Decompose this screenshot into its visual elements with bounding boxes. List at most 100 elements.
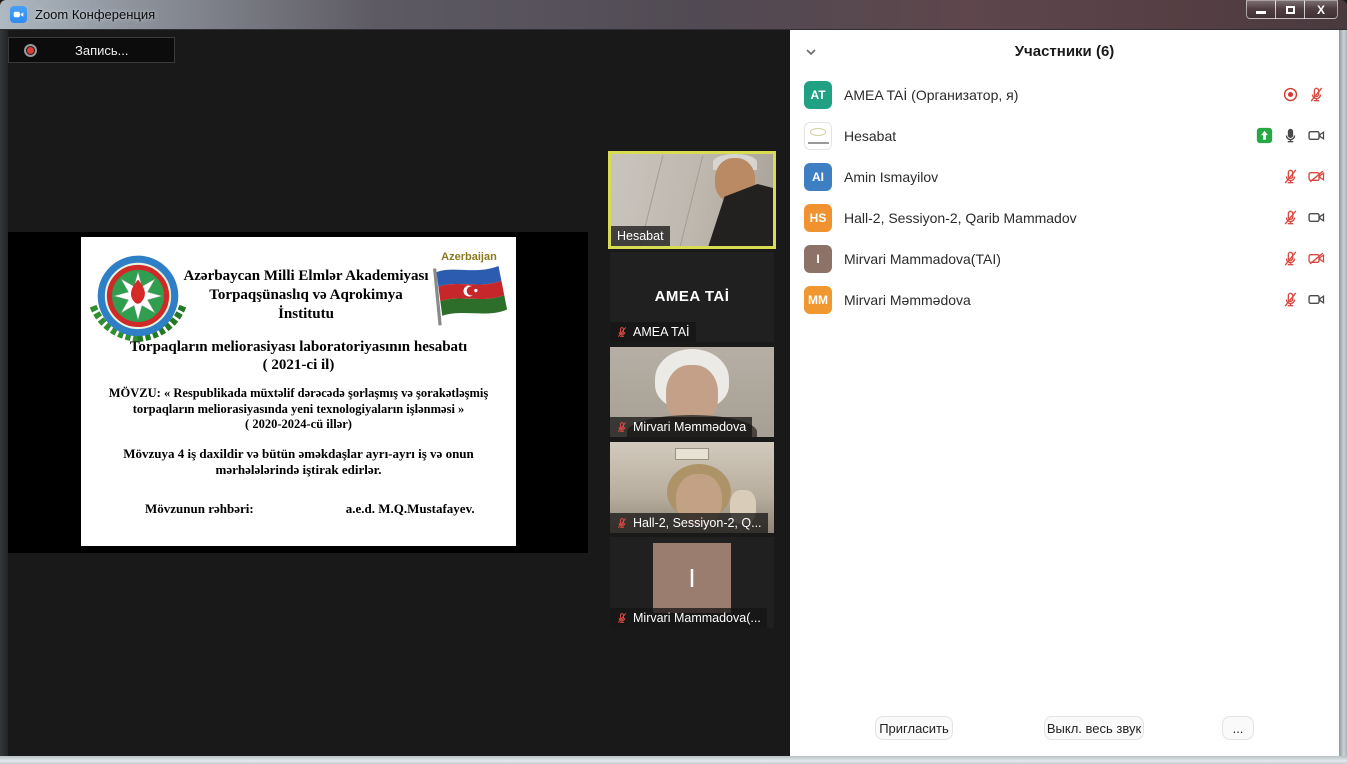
tile-name-text: Hall-2, Sessiyon-2, Q... xyxy=(633,516,762,530)
participant-row-mirvari-mammadova-tai[interactable]: I Mirvari Mammadova(TAI) xyxy=(790,238,1339,279)
camera-off-icon[interactable] xyxy=(1308,250,1325,267)
slide-title-line-1: Torpaqların meliorasiyası laboratoriyası… xyxy=(81,338,516,356)
recording-label: Запись... xyxy=(75,43,129,58)
leader-label: Mövzunun rəhbəri: xyxy=(145,501,254,517)
maximize-icon xyxy=(1286,6,1295,14)
mic-off-icon xyxy=(616,421,628,433)
video-tile-mirvari-memmedova[interactable]: Mirvari Məmmədova xyxy=(610,347,774,437)
avatar: I xyxy=(804,245,832,273)
tile-name-label: Mirvari Məmmədova xyxy=(610,417,752,437)
more-options-button[interactable]: ... xyxy=(1222,716,1254,740)
participant-row-amin-ismayilov[interactable]: AI Amin Ismayilov xyxy=(790,156,1339,197)
avatar: HS xyxy=(804,204,832,232)
azerbaijan-emblem-icon xyxy=(87,253,189,345)
video-tile-hesabat[interactable]: Hesabat xyxy=(608,151,776,249)
avatar: AT xyxy=(804,81,832,109)
participant-row-hall2[interactable]: HS Hall-2, Sessiyon-2, Qarib Mammadov xyxy=(790,197,1339,238)
tile-name-text: Mirvari Mammadova(... xyxy=(633,611,761,625)
mic-off-icon[interactable] xyxy=(1308,86,1325,103)
maximize-button[interactable] xyxy=(1275,0,1305,19)
recording-indicator-icon xyxy=(1282,86,1299,103)
minimize-button[interactable] xyxy=(1246,0,1276,19)
minimize-icon xyxy=(1256,11,1266,14)
azerbaijan-flag-icon xyxy=(425,263,513,329)
video-tile-mirvari-mammadova-tai[interactable]: I Mirvari Mammadova(... xyxy=(610,537,774,628)
video-tile-amea-tai[interactable]: AMEA TAİ AMEA TAİ xyxy=(610,252,774,342)
participant-name: Hesabat xyxy=(844,128,896,144)
window-frame-bottom xyxy=(0,756,1347,764)
video-tile-hall2[interactable]: Hall-2, Sessiyon-2, Q... xyxy=(610,442,774,533)
tile-center-name: AMEA TAİ xyxy=(610,288,774,305)
tile-name-label: Hesabat xyxy=(611,226,670,246)
leader-value: a.e.d. M.Q.Mustafayev. xyxy=(346,501,475,517)
participant-status-icons xyxy=(1282,168,1325,185)
camera-off-icon[interactable] xyxy=(1308,168,1325,185)
mic-off-icon xyxy=(616,612,628,624)
window-title: Zoom Конференция xyxy=(35,7,155,22)
body-line-2: mərhələlərində iştirak edirlər. xyxy=(81,462,516,478)
mic-off-icon[interactable] xyxy=(1282,250,1299,267)
topic-line-3: ( 2020-2024-cü illər) xyxy=(81,417,516,433)
screen-share-area: Azərbaycan Milli Elmlər Akademiyası Torp… xyxy=(8,232,588,553)
participants-list: AT AMEA TAİ (Организатор, я) Hesabat AI … xyxy=(790,74,1339,320)
tile-avatar-letter: I xyxy=(688,563,695,594)
mic-off-icon[interactable] xyxy=(1282,209,1299,226)
azerbaijan-flag-block: Azerbaijan xyxy=(424,251,514,334)
tile-name-label: AMEA TAİ xyxy=(610,322,696,342)
org-line-1: Azərbaycan Milli Elmlər Akademiyası xyxy=(181,267,431,286)
mic-off-icon[interactable] xyxy=(1282,168,1299,185)
tile-name-text: AMEA TAİ xyxy=(633,325,690,339)
participant-status-icons xyxy=(1282,291,1325,308)
mic-off-icon[interactable] xyxy=(1282,291,1299,308)
window-controls: X xyxy=(1247,0,1338,19)
camera-on-icon[interactable] xyxy=(1308,291,1325,308)
participant-status-icons xyxy=(1282,209,1325,226)
mic-off-icon xyxy=(616,517,628,529)
avatar: AI xyxy=(804,163,832,191)
participant-name: Amin Ismayilov xyxy=(844,169,938,185)
camera-on-icon[interactable] xyxy=(1308,127,1325,144)
close-icon: X xyxy=(1317,4,1325,16)
window-frame-right xyxy=(1339,30,1347,756)
zoom-app-icon xyxy=(10,6,27,23)
mic-off-icon xyxy=(616,326,628,338)
participant-status-icons xyxy=(1256,127,1325,144)
slide-organization: Azərbaycan Milli Elmlər Akademiyası Torp… xyxy=(181,267,431,324)
participant-status-icons xyxy=(1282,86,1325,103)
window-titlebar[interactable]: Zoom Конференция X xyxy=(0,0,1347,30)
participant-status-icons xyxy=(1282,250,1325,267)
tile-avatar: I xyxy=(653,543,731,613)
slide-leader-row: Mövzunun rəhbəri: a.e.d. M.Q.Mustafayev. xyxy=(81,501,516,517)
participants-header: Участники (6) xyxy=(790,30,1339,74)
camera-on-icon[interactable] xyxy=(1308,209,1325,226)
presentation-slide: Azərbaycan Milli Elmlər Akademiyası Torp… xyxy=(81,237,516,546)
close-button[interactable]: X xyxy=(1304,0,1338,19)
participant-name: Mirvari Məmmədova xyxy=(844,292,971,308)
topic-line-1: MÖVZU: « Respublikada müxtəlif dərəcədə … xyxy=(81,386,516,402)
flag-caption: Azerbaijan xyxy=(424,251,514,263)
topic-line-2: torpaqların meliorasiyasında yeni texnol… xyxy=(81,402,516,418)
mic-on-icon[interactable] xyxy=(1282,127,1299,144)
window-frame-left xyxy=(0,30,8,756)
slide-title: Torpaqların meliorasiyası laboratoriyası… xyxy=(81,338,516,374)
tile-name-label: Mirvari Mammadova(... xyxy=(610,608,767,628)
avatar xyxy=(804,122,832,150)
slide-title-line-2: ( 2021-ci il) xyxy=(81,356,516,374)
screen-share-icon xyxy=(1256,127,1273,144)
slide-topic: MÖVZU: « Respublikada müxtəlif dərəcədə … xyxy=(81,386,516,433)
mute-all-button[interactable]: Выкл. весь звук xyxy=(1044,716,1144,740)
body-line-1: Mövzuya 4 iş daxildir və bütün əməkdaşla… xyxy=(81,446,516,462)
participant-row-hesabat[interactable]: Hesabat xyxy=(790,115,1339,156)
participant-name: Mirvari Mammadova(TAI) xyxy=(844,251,1001,267)
slide-body: Mövzuya 4 iş daxildir və bütün əməkdaşla… xyxy=(81,446,516,478)
participant-row-amea-tai[interactable]: AT AMEA TAİ (Организатор, я) xyxy=(790,74,1339,115)
participants-footer: Пригласить Выкл. весь звук ... xyxy=(790,716,1339,742)
record-dot-icon xyxy=(24,44,37,57)
tile-name-label: Hall-2, Sessiyon-2, Q... xyxy=(610,513,768,533)
participant-row-mirvari-memmedova[interactable]: MM Mirvari Məmmədova xyxy=(790,279,1339,320)
participant-name: AMEA TAİ (Организатор, я) xyxy=(844,87,1018,103)
invite-button[interactable]: Пригласить xyxy=(875,716,953,740)
participants-title: Участники (6) xyxy=(790,43,1339,60)
participants-panel: Участники (6) AT AMEA TAİ (Организатор, … xyxy=(790,30,1339,756)
recording-badge[interactable]: Запись... xyxy=(8,37,175,63)
